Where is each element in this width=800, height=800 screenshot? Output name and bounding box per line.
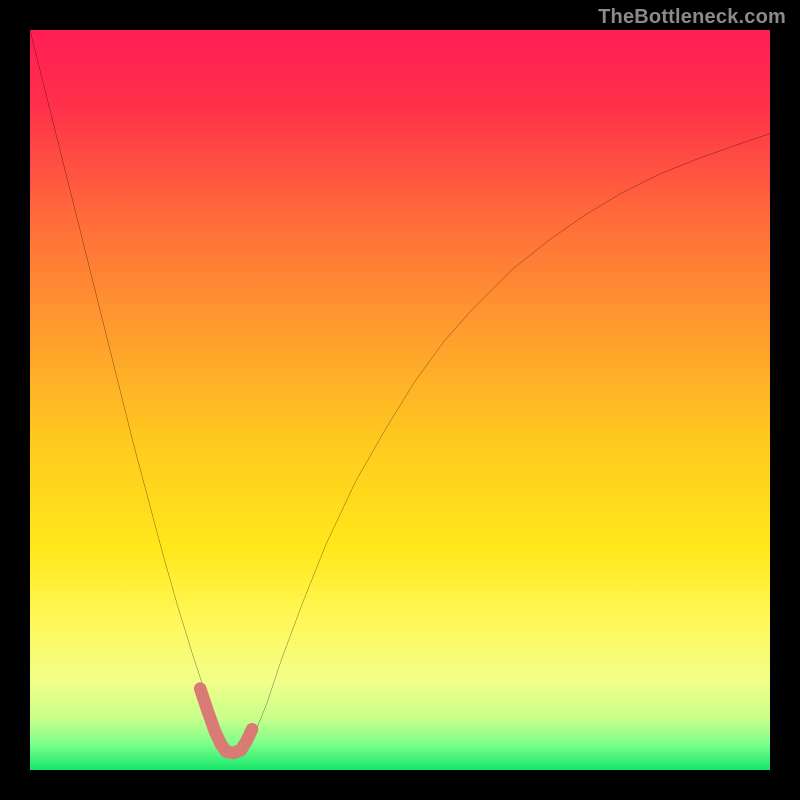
plot-area [30,30,770,770]
chart-frame: TheBottleneck.com [0,0,800,800]
curves-layer [30,30,770,770]
valley-highlight [200,689,252,753]
bottleneck-curve [30,30,770,755]
watermark-text: TheBottleneck.com [598,6,786,29]
